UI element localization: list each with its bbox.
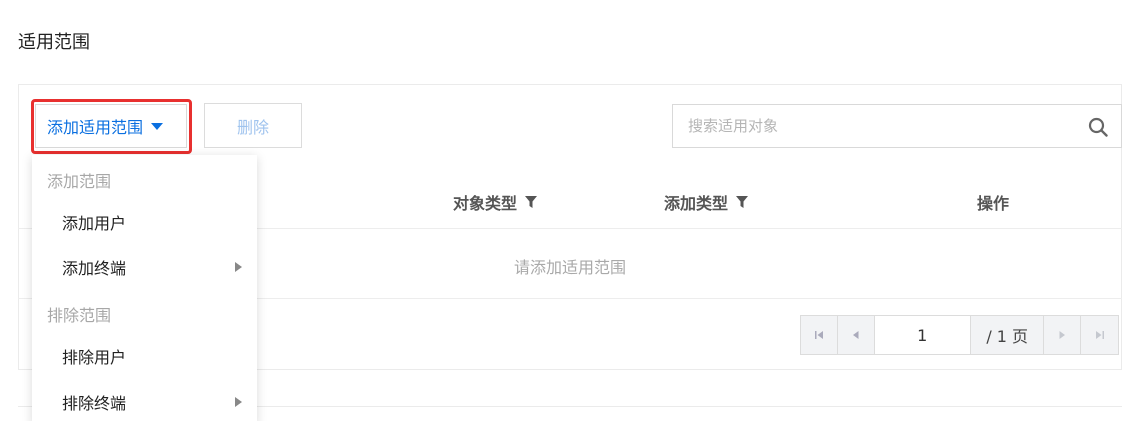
chevron-right-icon	[235, 397, 242, 407]
add-scope-button[interactable]: 添加适用范围	[35, 104, 187, 148]
pagination: 1 / 1 页	[800, 315, 1119, 355]
chevron-left-icon	[852, 331, 859, 339]
menu-item-label: 排除用户	[62, 348, 127, 367]
page-total-label: / 1 页	[970, 316, 1045, 354]
menu-item-add-terminal[interactable]: 添加终端	[32, 245, 257, 289]
chevron-right-icon	[235, 262, 242, 272]
last-page-icon	[1095, 331, 1104, 339]
column-label: 添加类型	[664, 194, 729, 213]
search-input[interactable]	[688, 117, 1068, 135]
column-label: 操作	[977, 194, 1010, 213]
column-header-actions: 操作	[977, 190, 1009, 214]
empty-state-text: 请添加适用范围	[514, 258, 627, 277]
menu-item-exclude-user[interactable]: 排除用户	[32, 334, 257, 378]
menu-item-add-user[interactable]: 添加用户	[32, 200, 257, 244]
column-header-add-type[interactable]: 添加类型	[664, 190, 749, 214]
menu-group-add-scope: 添加范围	[47, 172, 112, 191]
menu-item-label: 排除终端	[62, 394, 127, 413]
filter-icon[interactable]	[525, 196, 538, 208]
search-icon[interactable]	[1088, 117, 1108, 137]
next-page-button[interactable]	[1044, 316, 1082, 354]
delete-button[interactable]: 删除	[204, 103, 302, 148]
section-title: 适用范围	[18, 32, 90, 53]
column-header-object-type[interactable]: 对象类型	[453, 190, 538, 214]
add-scope-dropdown: 添加范围 添加用户 添加终端 排除范围 排除用户 排除终端	[32, 155, 257, 421]
menu-item-label: 添加用户	[62, 214, 127, 233]
first-page-icon	[814, 331, 823, 339]
filter-icon[interactable]	[736, 196, 749, 208]
add-scope-label: 添加适用范围	[47, 118, 144, 137]
page-number-input[interactable]: 1	[874, 316, 971, 354]
caret-down-icon	[151, 122, 164, 130]
column-label: 对象类型	[453, 194, 518, 213]
prev-page-button[interactable]	[837, 316, 875, 354]
chevron-right-icon	[1059, 331, 1066, 339]
first-page-button[interactable]	[801, 316, 838, 354]
last-page-button[interactable]	[1081, 316, 1118, 354]
menu-item-label: 添加终端	[62, 259, 127, 278]
menu-item-exclude-terminal[interactable]: 排除终端	[32, 380, 257, 421]
search-box	[672, 104, 1122, 148]
menu-group-exclude-scope: 排除范围	[47, 306, 112, 325]
